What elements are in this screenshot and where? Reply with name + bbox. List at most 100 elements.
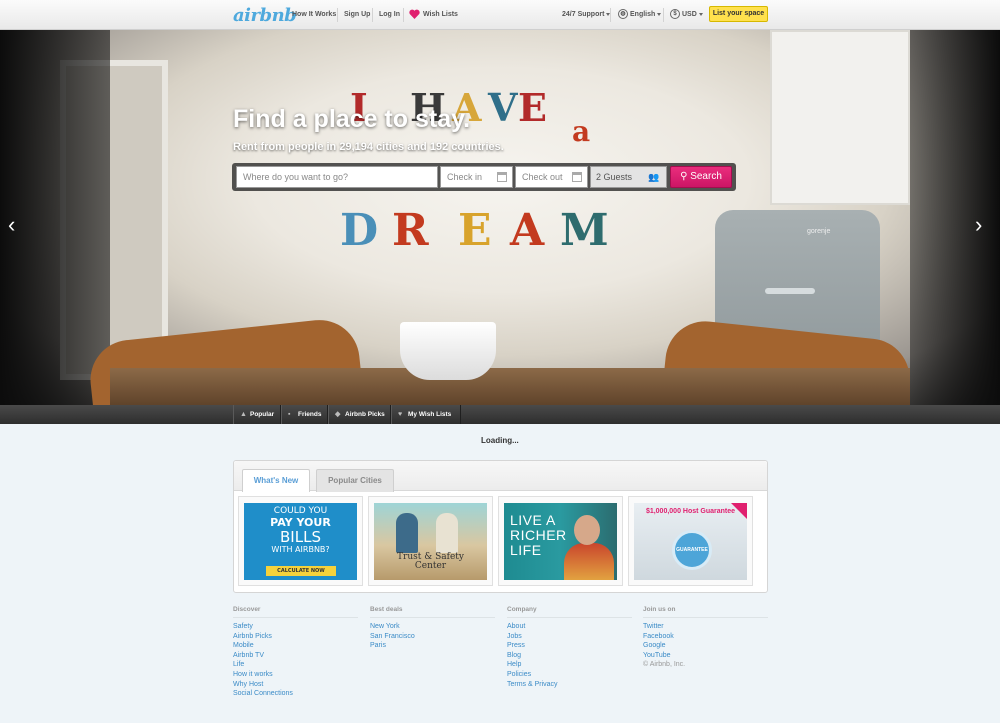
top-nav-bar: airbnb How It Works Sign Up Log In Wish … (0, 0, 1000, 30)
currency-menu[interactable]: USD (682, 11, 703, 18)
guests-label: 2 Guests (596, 172, 633, 182)
footer-link-blog[interactable]: Blog (507, 651, 632, 661)
wall-letter: E (518, 85, 547, 130)
check-out-input[interactable]: Check out (515, 166, 588, 188)
language-menu[interactable]: English (630, 11, 662, 18)
check-in-label: Check in (447, 172, 483, 182)
footer-heading: Best deals (370, 606, 495, 618)
footer-heading: Company (507, 606, 632, 618)
guests-select[interactable]: 2 Guests 👥 (590, 166, 667, 188)
check-out-label: Check out (522, 172, 563, 182)
tab-popular-cities[interactable]: Popular Cities (316, 469, 394, 492)
how-it-works-link[interactable]: How It Works (292, 11, 336, 18)
guests-icon: 👥 (648, 172, 660, 182)
footer-link-terms-privacy[interactable]: Terms & Privacy (507, 680, 632, 690)
guarantee-title: $1,000,000 Host Guarantee (645, 508, 736, 515)
search-button[interactable]: ⚲ Search (670, 166, 732, 188)
wall-letter: a (572, 115, 591, 148)
next-slide-arrow[interactable]: › (975, 212, 982, 238)
promo-card-guarantee[interactable]: $1,000,000 Host Guarantee GUARANTEE (628, 496, 753, 586)
footer-link-why-host[interactable]: Why Host (233, 680, 358, 690)
tab-label: Popular (250, 411, 275, 418)
wall-letter: D (340, 205, 379, 256)
globe-icon: ◍ (618, 9, 628, 19)
footer-link-youtube[interactable]: YouTube (643, 651, 768, 661)
footer-link-how-it-works[interactable]: How it works (233, 670, 358, 680)
footer-link-help[interactable]: Help (507, 660, 632, 670)
trust-safety-image: Trust & Safety Center (374, 503, 487, 580)
check-in-input[interactable]: Check in (440, 166, 513, 188)
footer-heading: Join us on (643, 606, 768, 618)
footer-link-policies[interactable]: Policies (507, 670, 632, 680)
person-scarf (564, 543, 614, 580)
promo-card-richer-life[interactable]: LIVE A RICHER LIFE (498, 496, 623, 586)
loading-text: Loading... (481, 436, 519, 445)
hero-cabinet (770, 30, 910, 205)
footer-link-jobs[interactable]: Jobs (507, 632, 632, 642)
wall-letter: R (392, 205, 429, 256)
tab-my-wish-lists[interactable]: ♥ My Wish Lists (391, 405, 461, 424)
wall-letter: V (488, 85, 518, 130)
dollar-icon: $ (670, 9, 680, 19)
host-guarantee-image: $1,000,000 Host Guarantee GUARANTEE (634, 503, 747, 580)
footer-link-safety[interactable]: Safety (233, 622, 358, 632)
heart-icon[interactable] (409, 9, 420, 19)
promo-card-trust[interactable]: Trust & Safety Center (368, 496, 493, 586)
wall-letter: E (458, 205, 492, 256)
footer-link-life[interactable]: Life (233, 660, 358, 670)
calculate-now-button: CALCULATE NOW (266, 566, 336, 576)
support-label: 24/7 Support (562, 11, 605, 18)
currency-label: USD (682, 11, 697, 18)
footer-link-airbnb-tv[interactable]: Airbnb TV (233, 651, 358, 661)
person-figure (436, 513, 458, 553)
support-menu[interactable]: 24/7 Support (562, 11, 611, 18)
promo-text: WITH AIRBNB? (271, 545, 330, 554)
footer-link-new-york[interactable]: New York (370, 622, 495, 632)
footer-heading: Discover (233, 606, 358, 618)
tab-friends[interactable]: ▪ Friends (281, 405, 328, 424)
airbnb-logo[interactable]: airbnb (233, 5, 297, 26)
fridge-brand: gorenje (807, 228, 831, 235)
footer-link-san-francisco[interactable]: San Francisco (370, 632, 495, 642)
promo-card-bills[interactable]: COULD YOU PAY YOUR BILLS WITH AIRBNB? CA… (238, 496, 363, 586)
trust-label: Trust & Safety Center (374, 553, 487, 571)
footer-link-paris[interactable]: Paris (370, 641, 495, 651)
log-in-link[interactable]: Log In (379, 11, 400, 18)
tab-popular[interactable]: ▲ Popular (233, 405, 281, 424)
richer-life-text: LIVE A RICHER LIFE (510, 513, 567, 558)
tab-whats-new[interactable]: What's New (242, 469, 310, 492)
tab-airbnb-picks[interactable]: ◆ Airbnb Picks (328, 405, 391, 424)
search-bar: Where do you want to go? Check in Check … (232, 163, 736, 191)
heart-icon: ♥ (398, 411, 403, 418)
fridge-handle (765, 288, 815, 294)
friends-icon: ▪ (288, 411, 291, 418)
footer-link-press[interactable]: Press (507, 641, 632, 651)
sign-up-link[interactable]: Sign Up (344, 11, 370, 18)
wish-lists-link[interactable]: Wish Lists (423, 11, 458, 18)
promo-text: Center (414, 561, 447, 571)
person-figure (396, 513, 418, 553)
footer-column-discover: Discover Safety Airbnb Picks Mobile Airb… (233, 606, 358, 699)
home-icon: ▲ (240, 411, 247, 418)
footer-link-google[interactable]: Google (643, 641, 768, 651)
list-your-space-button[interactable]: List your space (709, 6, 768, 22)
footer-link-mobile[interactable]: Mobile (233, 641, 358, 651)
footer-link-about[interactable]: About (507, 622, 632, 632)
location-input[interactable]: Where do you want to go? (236, 166, 438, 188)
previous-slide-arrow[interactable]: ‹ (8, 212, 15, 238)
panel-tabs: What's New Popular Cities (234, 461, 767, 492)
nav-divider (663, 8, 664, 22)
nav-divider (403, 8, 404, 22)
hero-subtitle: Rent from people in 29,194 cities and 19… (233, 141, 504, 153)
footer-column-company: Company About Jobs Press Blog Help Polic… (507, 606, 632, 689)
footer-link-twitter[interactable]: Twitter (643, 622, 768, 632)
footer-link-facebook[interactable]: Facebook (643, 632, 768, 642)
footer-link-airbnb-picks[interactable]: Airbnb Picks (233, 632, 358, 642)
calendar-icon (572, 172, 582, 182)
hero-banner: gorenje I H A V E a D R E A M Find a pla… (0, 30, 1000, 405)
explore-tabs: ▲ Popular ▪ Friends ◆ Airbnb Picks ♥ My Wish… (0, 405, 1000, 424)
footer-column-join-us: Join us on Twitter Facebook Google YouTu… (643, 606, 768, 670)
nav-divider (372, 8, 373, 22)
footer-link-social-connections[interactable]: Social Connections (233, 689, 358, 699)
tab-label: Airbnb Picks (345, 411, 385, 418)
